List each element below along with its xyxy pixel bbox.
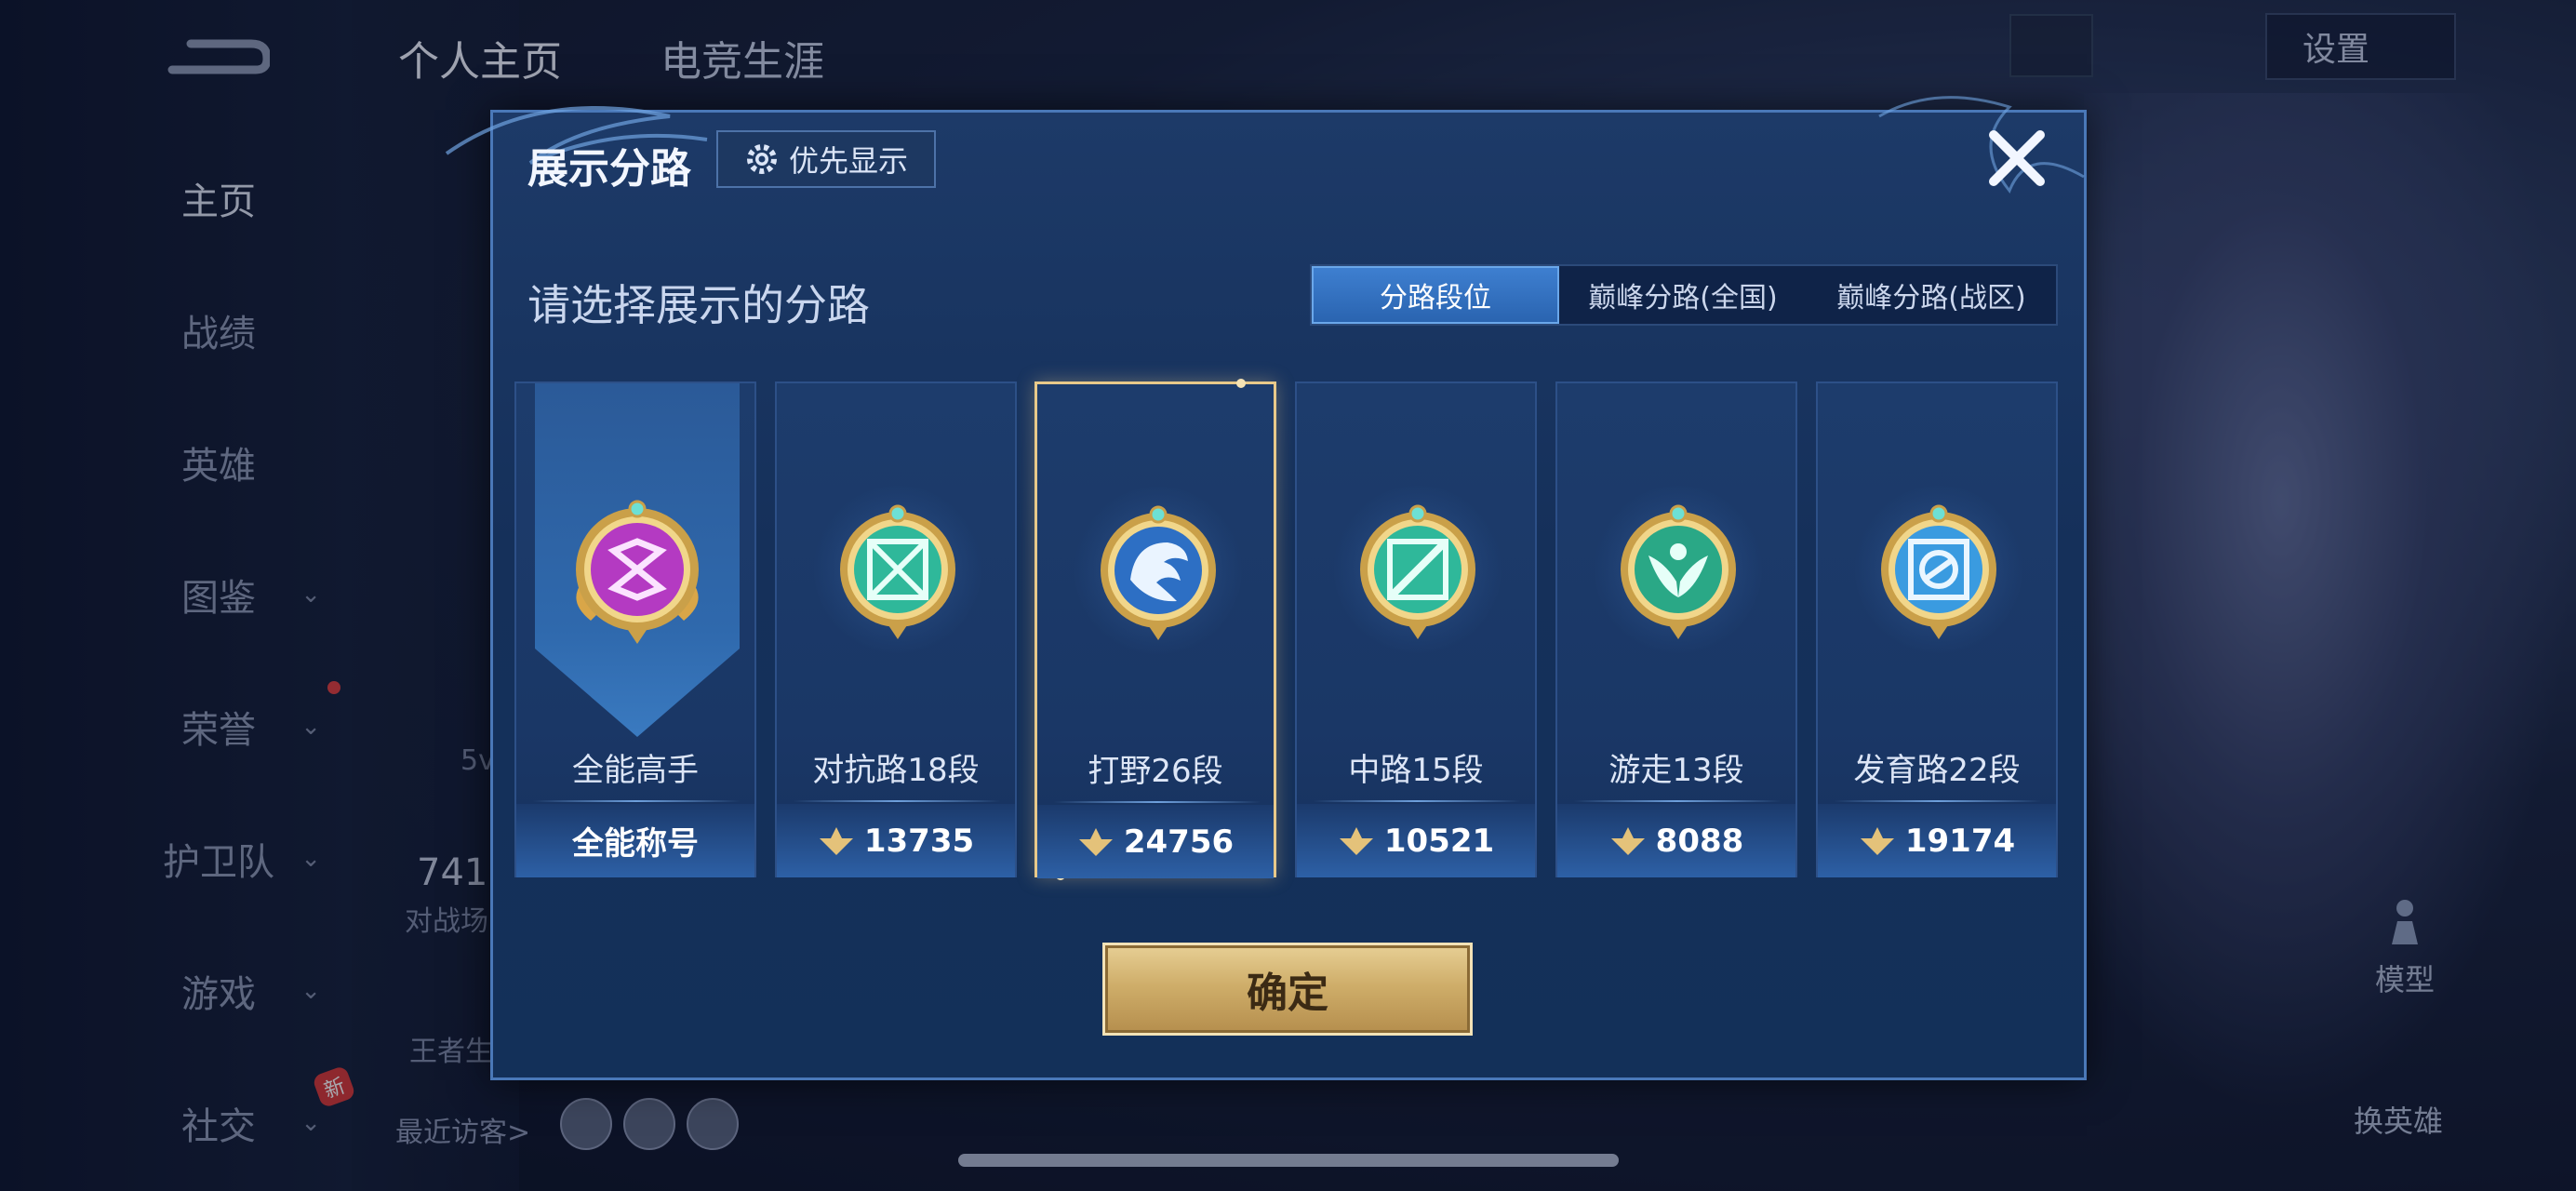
- card-divider: [794, 800, 1000, 802]
- rank-points-icon: [819, 826, 853, 855]
- roam-emblem-icon: [1621, 504, 1736, 639]
- tab-peak-lane-district[interactable]: 巅峰分路(战区): [1807, 266, 2056, 324]
- close-button[interactable]: [1980, 121, 2054, 195]
- rank-points-icon: [1078, 827, 1113, 856]
- corner-dot: [1236, 379, 1246, 388]
- card-divider: [1574, 800, 1781, 802]
- card-rank-points: 24756: [1123, 823, 1235, 861]
- card-divider: [533, 800, 740, 802]
- card-divider: [1314, 800, 1520, 802]
- dialog-title: 展示分路: [527, 145, 691, 193]
- lane-card-roam[interactable]: 游走13段 8088: [1555, 381, 1797, 877]
- farm-lane-emblem-icon: [1881, 504, 1996, 639]
- gear-icon: [746, 144, 777, 174]
- card-divider: [1835, 800, 2041, 802]
- lane-card-jungle[interactable]: 打野26段 24756: [1034, 379, 1276, 880]
- card-lane-name: 发育路22段: [1853, 752, 2021, 789]
- card-rank-points: 13735: [863, 822, 975, 860]
- card-lane-name: 游走13段: [1608, 752, 1744, 789]
- priority-display-button[interactable]: 优先显示: [716, 130, 936, 188]
- rank-points-icon: [1339, 826, 1373, 855]
- card-lane-name: 中路15段: [1348, 752, 1484, 789]
- card-rank-points: 10521: [1383, 822, 1495, 860]
- card-rank-points: 19174: [1904, 822, 2016, 860]
- lane-type-tabs: 分路段位 巅峰分路(全国) 巅峰分路(战区): [1310, 264, 2058, 326]
- lane-card-farm[interactable]: 发育路22段 19174: [1816, 381, 2058, 877]
- card-rank-points: 8088: [1655, 822, 1744, 860]
- card-bottom-bar: 全能称号: [516, 804, 754, 877]
- rank-points-icon: [1610, 826, 1645, 855]
- close-icon: [1989, 130, 2045, 186]
- lane-card-clash[interactable]: 对抗路18段 13735: [775, 381, 1017, 877]
- priority-label: 优先显示: [788, 143, 908, 179]
- lane-cards: 全能高手 全能称号 对抗路18段 13735 打野26段 24756 中路15段…: [514, 379, 2062, 880]
- tab-lane-rank[interactable]: 分路段位: [1312, 266, 1559, 324]
- card-lane-name: 打野26段: [1088, 753, 1223, 790]
- card-lane-name: 全能高手: [572, 752, 699, 789]
- card-bottom-value: 全能称号: [572, 825, 699, 863]
- mid-lane-emblem-icon: [1360, 504, 1475, 639]
- tab-peak-lane-national[interactable]: 巅峰分路(全国): [1559, 266, 1807, 324]
- confirm-label: 确定: [1247, 970, 1328, 1017]
- clash-lane-emblem-icon: [840, 504, 955, 639]
- all-round-emblem-icon: [576, 500, 699, 644]
- jungle-emblem-icon: [1101, 505, 1216, 640]
- rank-points-icon: [1860, 826, 1894, 855]
- card-divider: [1054, 801, 1261, 803]
- card-bottom-bar: 10521: [1297, 804, 1535, 877]
- card-bottom-bar: 19174: [1818, 804, 2056, 877]
- confirm-button[interactable]: 确定: [1102, 943, 1473, 1036]
- card-bottom-bar: 13735: [777, 804, 1015, 877]
- lane-card-mid[interactable]: 中路15段 10521: [1295, 381, 1537, 877]
- home-indicator[interactable]: [958, 1154, 1619, 1167]
- card-bottom-bar: 24756: [1037, 805, 1274, 878]
- lane-card-all-round[interactable]: 全能高手 全能称号: [514, 381, 756, 877]
- card-bottom-bar: 8088: [1557, 804, 1795, 877]
- card-lane-name: 对抗路18段: [812, 752, 980, 789]
- dialog-subtitle: 请选择展示的分路: [527, 280, 870, 330]
